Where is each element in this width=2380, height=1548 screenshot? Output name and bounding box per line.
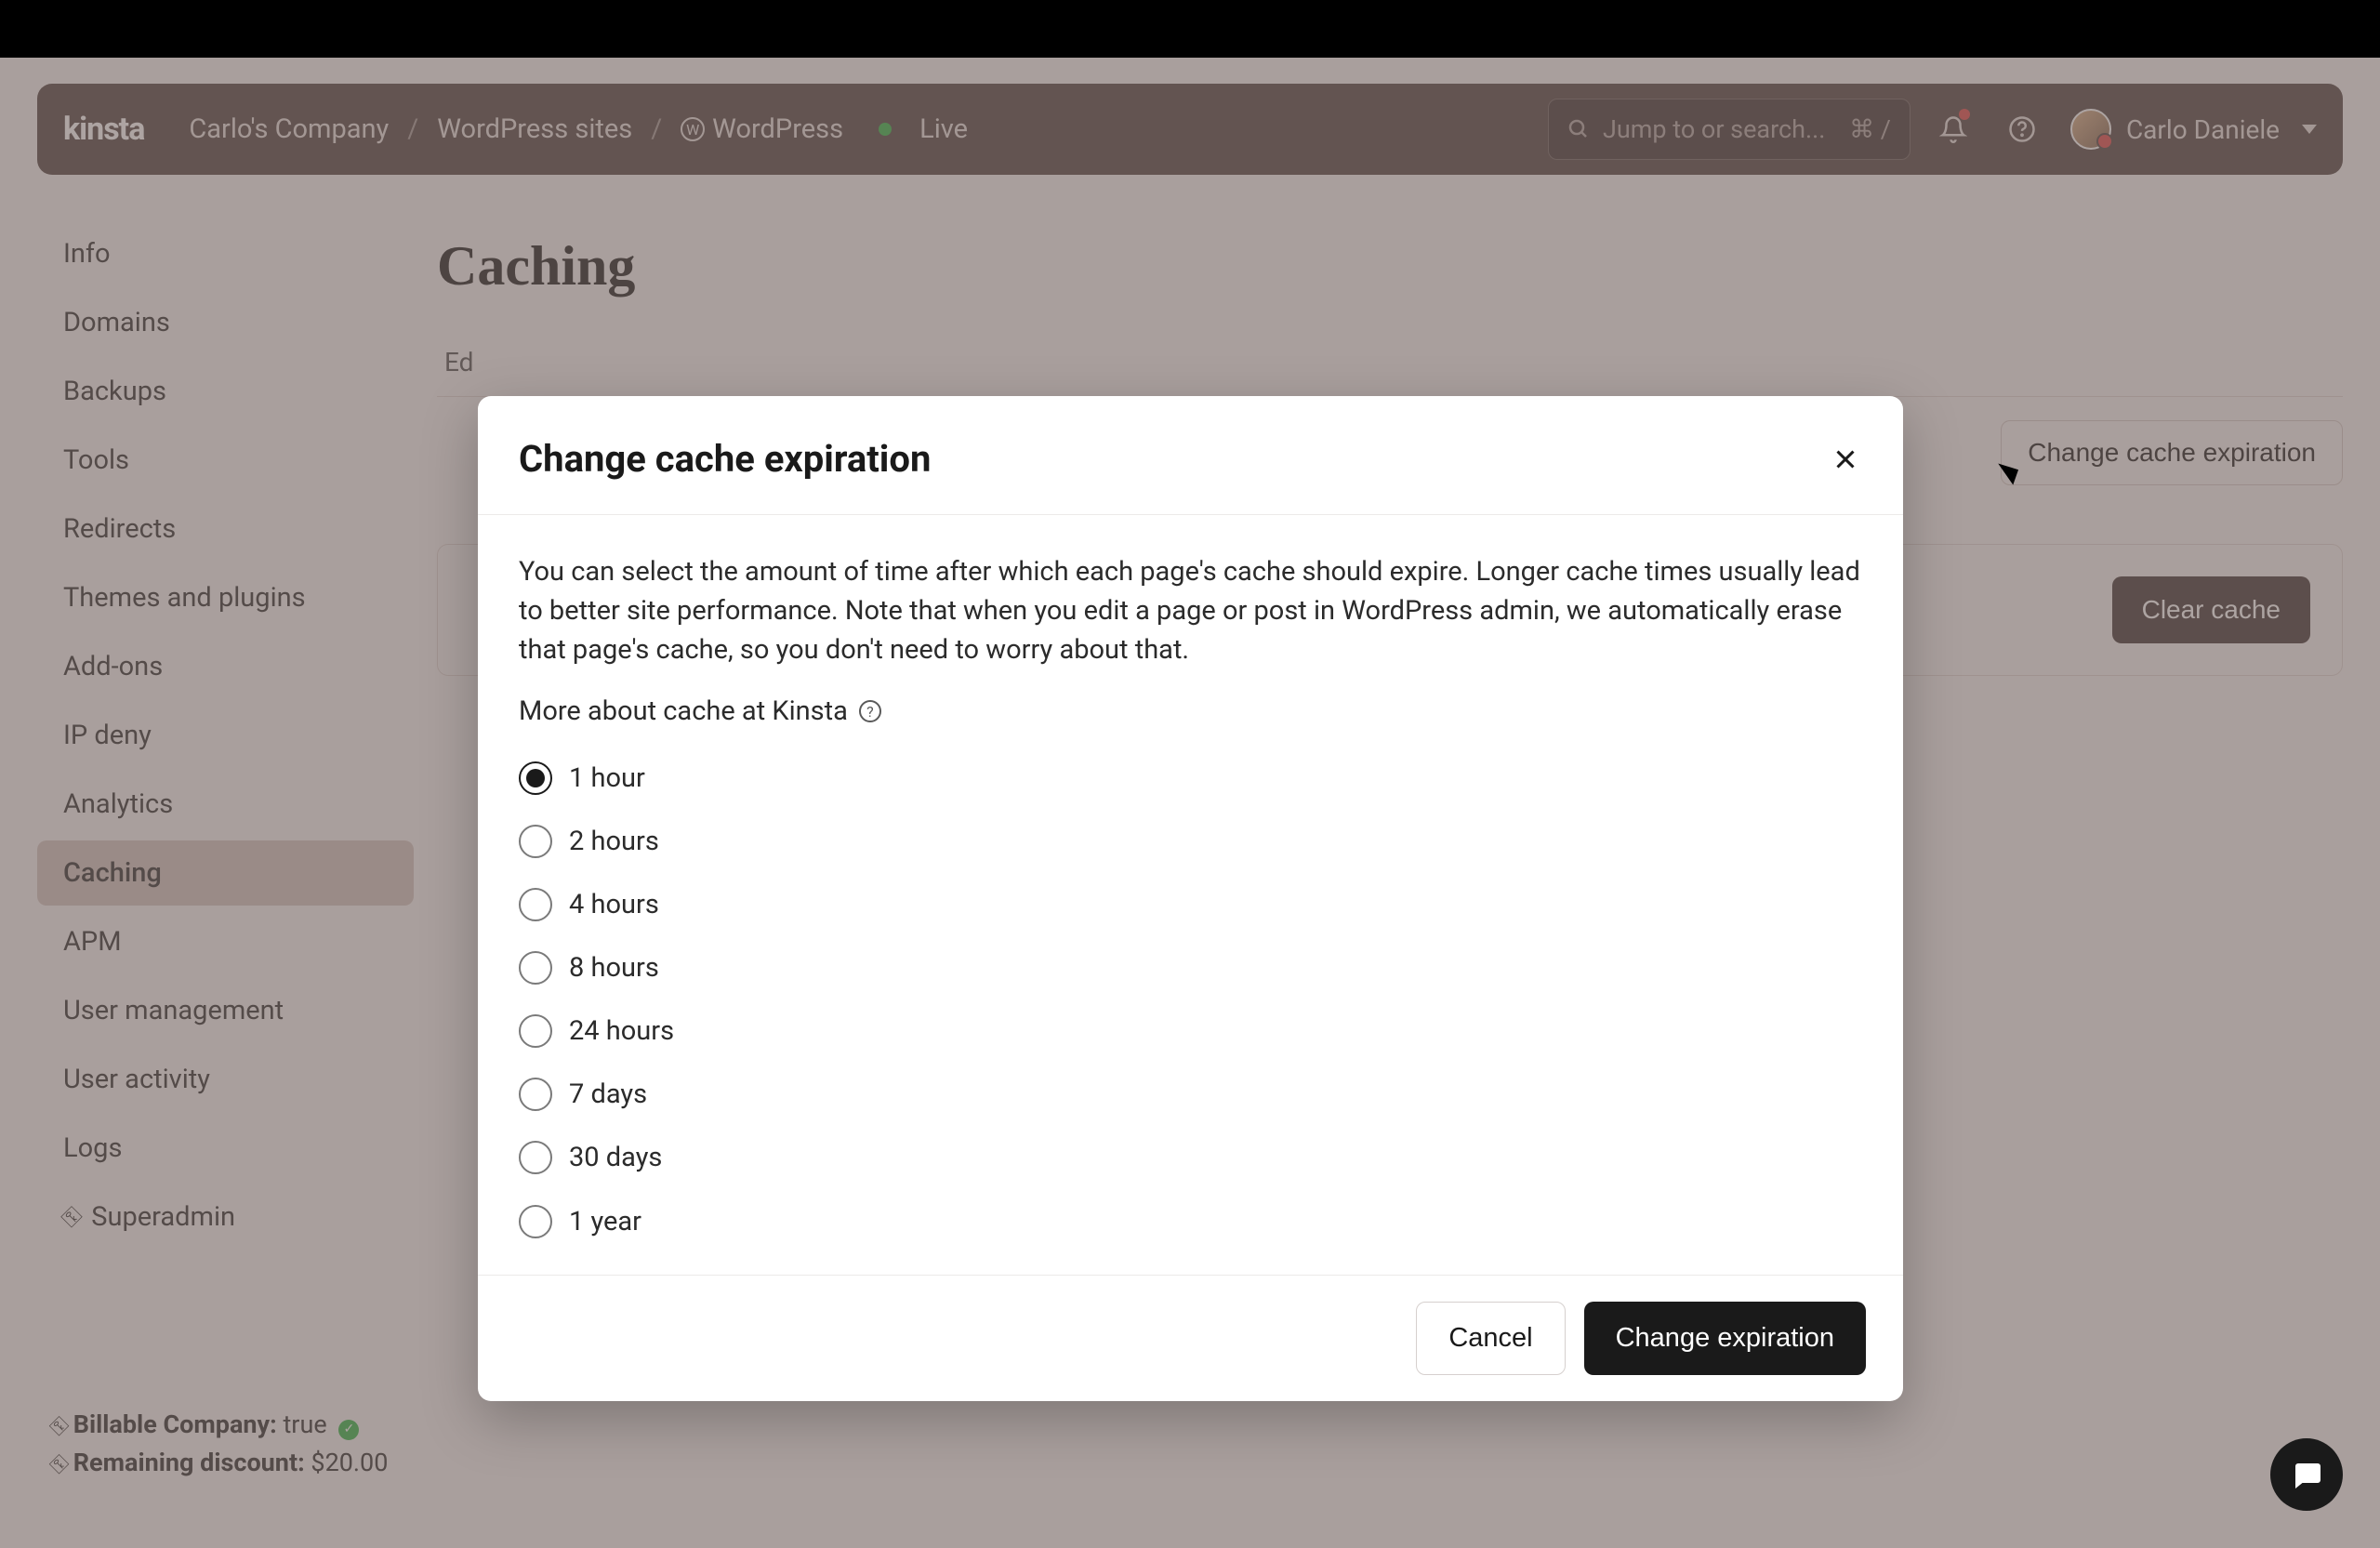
help-icon: ? xyxy=(859,700,881,722)
expiration-options: 1 hour 2 hours 4 hours 8 hours 24 hours 7 day… xyxy=(519,759,1862,1240)
close-button[interactable] xyxy=(1829,443,1862,476)
modal-footer: Cancel Change expiration xyxy=(478,1275,1903,1401)
option-label: 7 days xyxy=(569,1075,647,1114)
expiration-option[interactable]: 1 hour xyxy=(519,759,1862,798)
option-label: 1 hour xyxy=(569,759,645,798)
cancel-button[interactable]: Cancel xyxy=(1416,1302,1565,1375)
radio-icon xyxy=(519,951,552,985)
expiration-option[interactable]: 4 hours xyxy=(519,885,1862,924)
radio-icon xyxy=(519,1078,552,1111)
expiration-option[interactable]: 30 days xyxy=(519,1138,1862,1177)
modal-title: Change cache expiration xyxy=(519,437,931,481)
more-link-label: More about cache at Kinsta xyxy=(519,692,848,731)
option-label: 1 year xyxy=(569,1202,641,1241)
radio-icon xyxy=(519,1141,552,1174)
chat-widget[interactable] xyxy=(2270,1438,2343,1511)
radio-icon xyxy=(519,1205,552,1238)
radio-icon xyxy=(519,761,552,795)
change-expiration-button[interactable]: Change expiration xyxy=(1584,1302,1866,1375)
option-label: 4 hours xyxy=(569,885,659,924)
expiration-option[interactable]: 24 hours xyxy=(519,1012,1862,1051)
option-label: 2 hours xyxy=(569,822,659,861)
expiration-option[interactable]: 1 year xyxy=(519,1202,1862,1241)
modal-body: You can select the amount of time after … xyxy=(478,515,1903,1275)
expiration-option[interactable]: 2 hours xyxy=(519,822,1862,861)
radio-icon xyxy=(519,1014,552,1048)
modal-header: Change cache expiration xyxy=(478,396,1903,515)
more-about-cache-link[interactable]: More about cache at Kinsta ? xyxy=(519,692,1862,731)
expiration-option[interactable]: 8 hours xyxy=(519,948,1862,987)
change-cache-expiration-modal: Change cache expiration You can select t… xyxy=(478,396,1903,1401)
radio-icon xyxy=(519,888,552,921)
option-label: 24 hours xyxy=(569,1012,674,1051)
modal-description: You can select the amount of time after … xyxy=(519,552,1862,669)
option-label: 30 days xyxy=(569,1138,662,1177)
radio-icon xyxy=(519,825,552,858)
chat-icon xyxy=(2290,1458,2323,1491)
option-label: 8 hours xyxy=(569,948,659,987)
expiration-option[interactable]: 7 days xyxy=(519,1075,1862,1114)
